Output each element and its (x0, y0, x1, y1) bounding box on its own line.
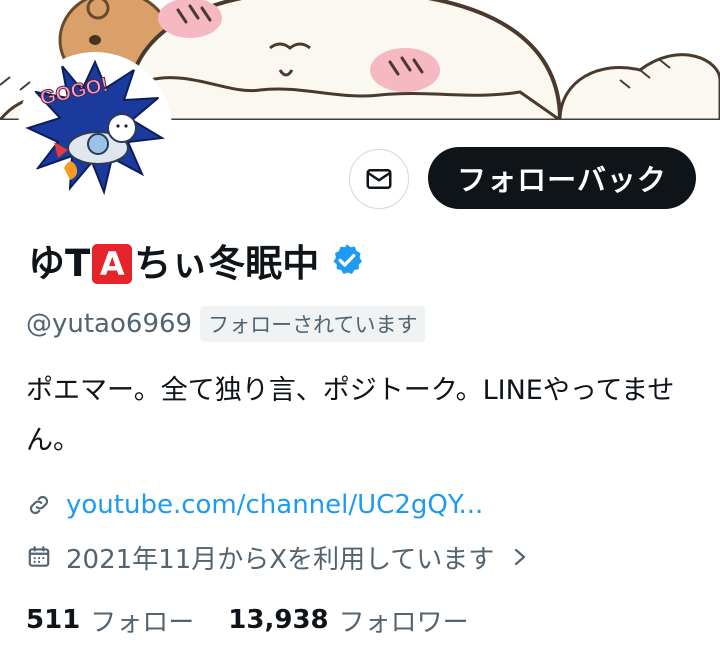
follows-you-badge: フォローされています (200, 306, 426, 342)
profile-website-link[interactable]: youtube.com/channel/UC2gQY... (66, 490, 483, 520)
username-handle: @yutao6969 (26, 309, 193, 339)
handle-row: @yutao6969 フォローされています (26, 306, 426, 342)
followers-label: フォロワー (338, 607, 469, 638)
display-name-prefix: ゆT (28, 242, 91, 285)
follow-back-button[interactable]: フォローバック (428, 147, 696, 209)
following-label: フォロー (90, 607, 195, 638)
profile-page: GOGO! フォローバック ゆT A ちぃ冬眠中 @yutao6969 フォローされ… (0, 0, 720, 668)
follow-stats: 511 フォロー 13,938 フォロワー (26, 600, 503, 640)
following-stat[interactable]: 511 フォロー (26, 602, 194, 639)
envelope-icon (366, 169, 392, 189)
following-count: 511 (26, 605, 81, 635)
avatar-image: GOGO! (24, 58, 166, 200)
display-name-suffix: ちぃ冬眠中 (134, 242, 320, 285)
followers-stat[interactable]: 13,938 フォロワー (228, 602, 468, 639)
chevron-right-icon (510, 545, 530, 569)
link-icon (26, 491, 54, 519)
followers-count: 13,938 (228, 605, 329, 635)
display-name-row: ゆT A ちぃ冬眠中 (28, 232, 365, 288)
display-name: ゆT A ちぃ冬眠中 (28, 233, 319, 287)
red-a-badge: A (92, 243, 133, 284)
joined-date-row[interactable]: 2021年11月からXを利用しています (26, 537, 530, 577)
joined-date-text: 2021年11月からXを利用しています (66, 544, 495, 575)
message-button[interactable] (349, 149, 409, 209)
calendar-icon (26, 543, 54, 571)
profile-link-row: youtube.com/channel/UC2gQY... (26, 485, 483, 525)
verified-badge-icon[interactable] (329, 242, 365, 278)
profile-bio: ポエマー。全て独り言、ポジトーク。LINEやってません。 (26, 375, 675, 456)
avatar[interactable]: GOGO! (18, 52, 172, 206)
